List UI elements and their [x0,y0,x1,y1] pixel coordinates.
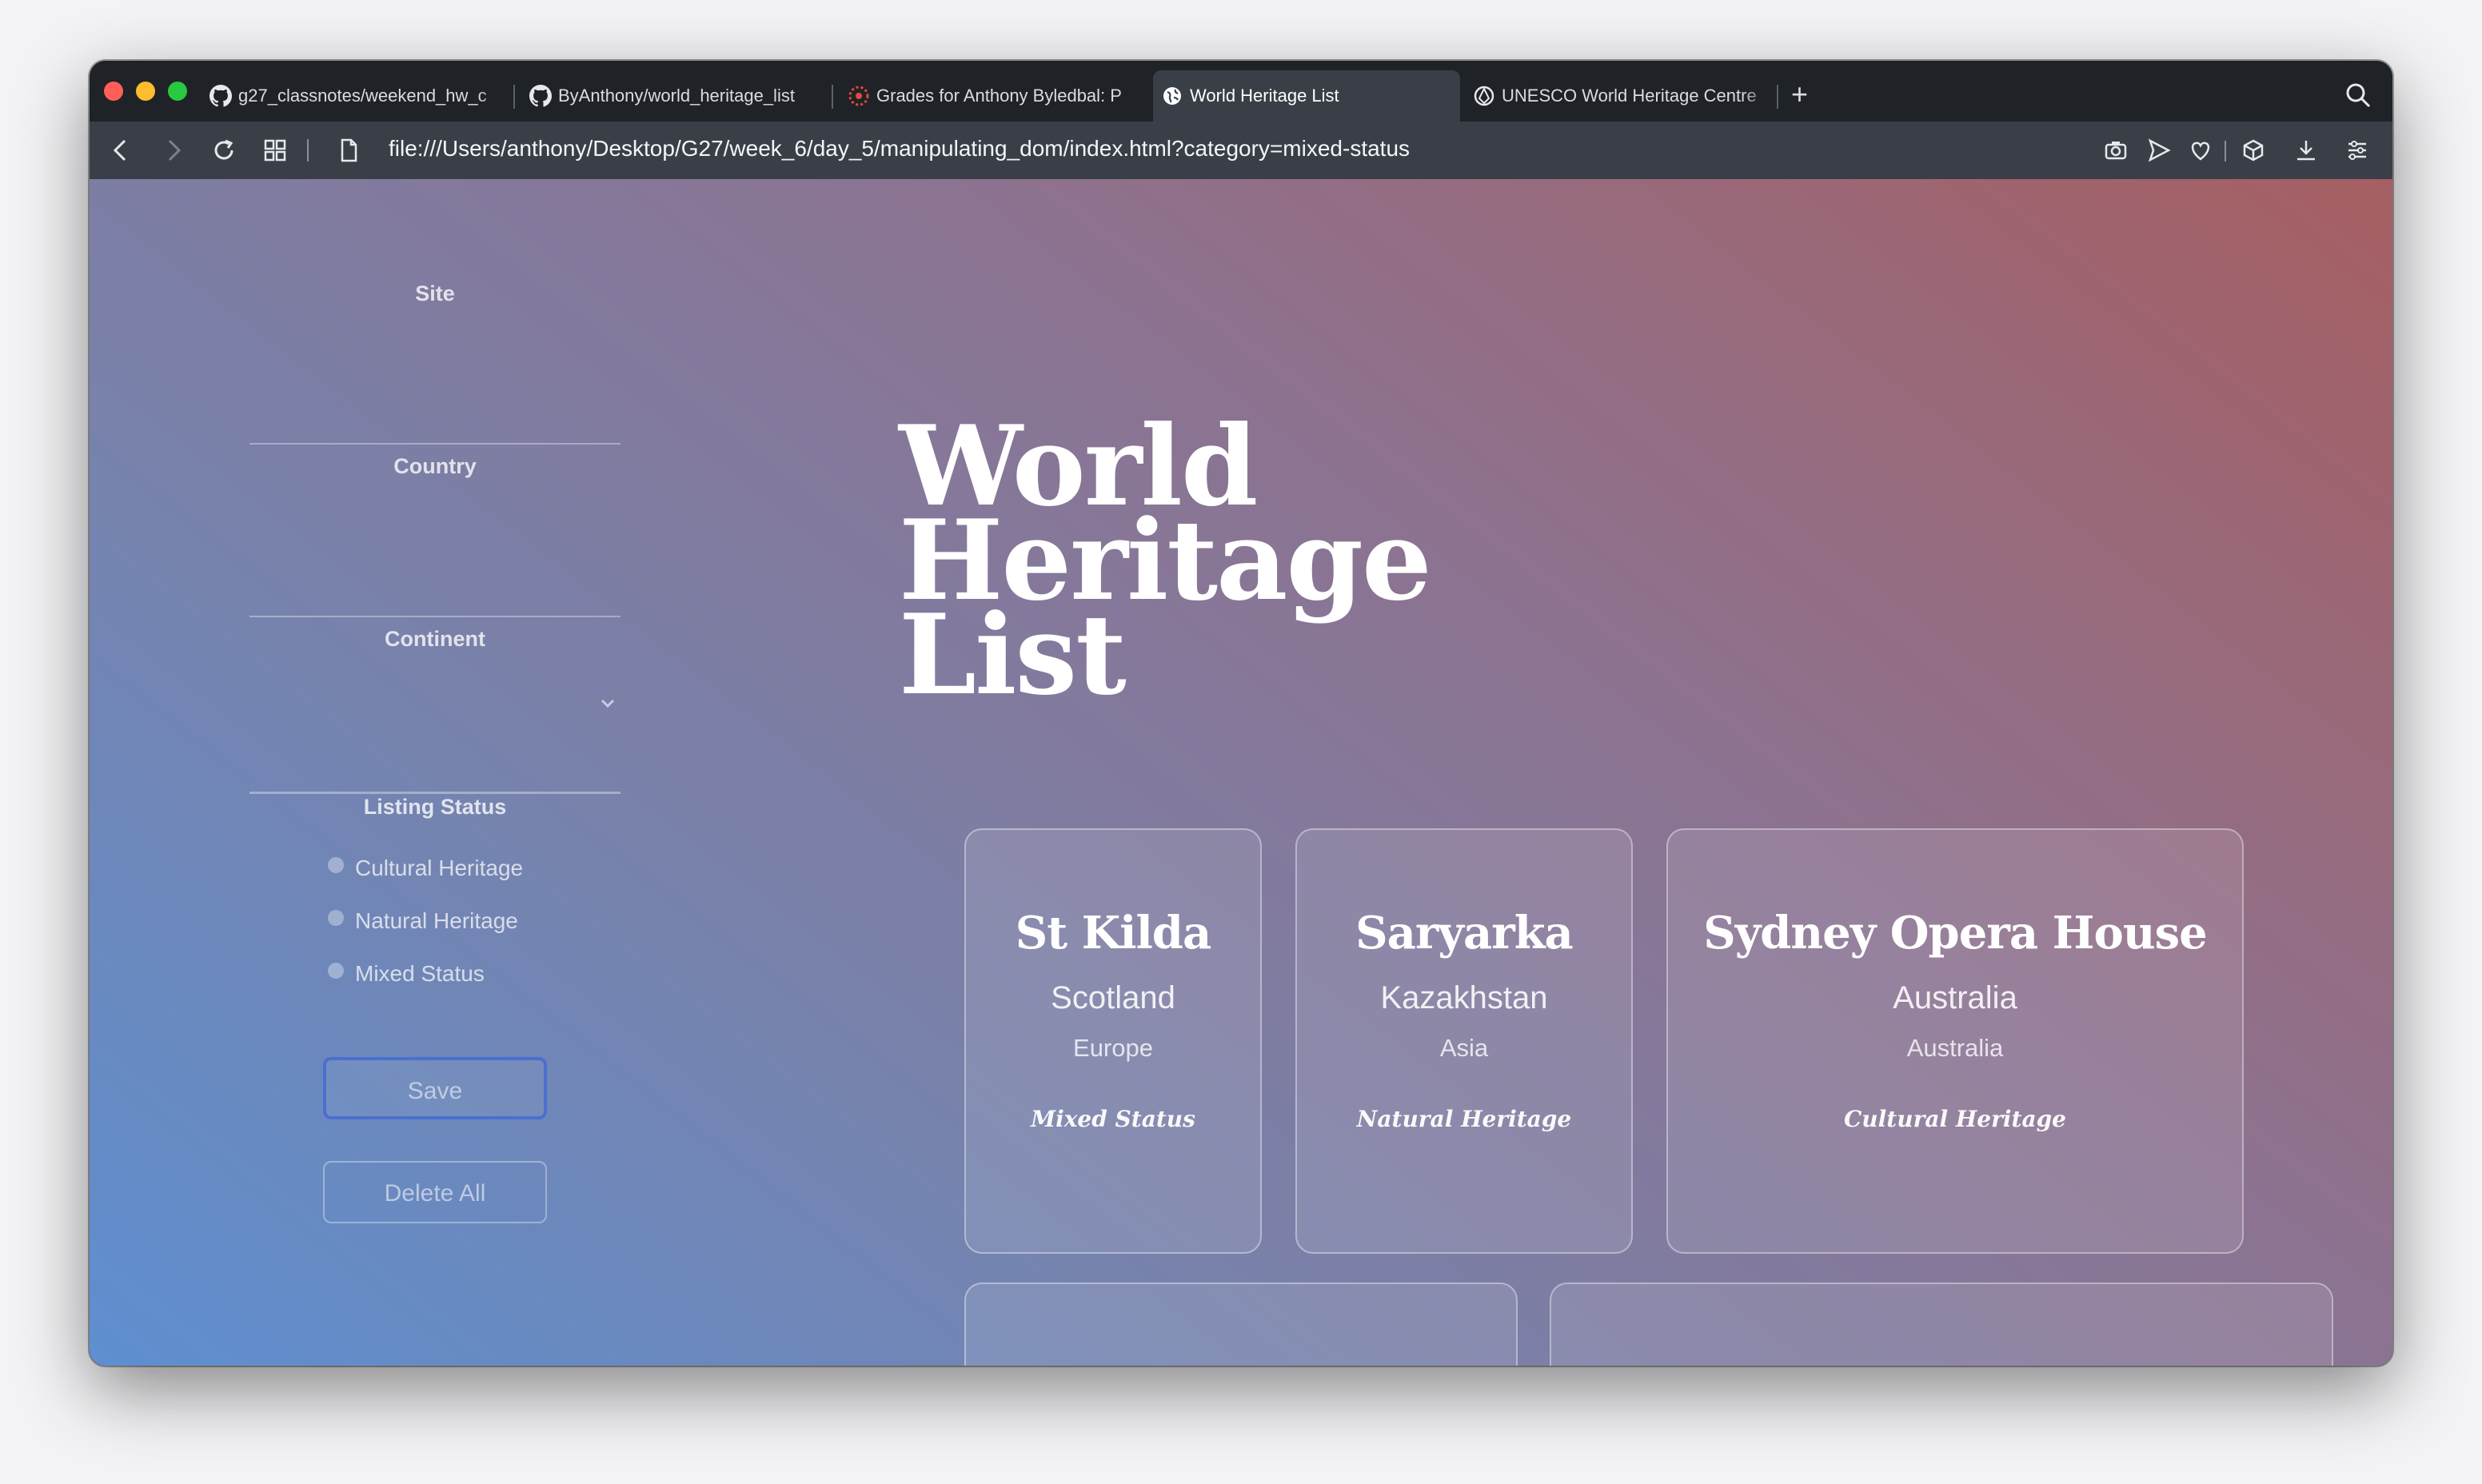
tab-label: Grades for Anthony Byledbal: P [876,86,1122,106]
save-button[interactable]: Save [323,1057,547,1119]
tab-bar: g27_classnotes/weekend_hw_c ByAnthony/wo… [90,61,2392,122]
speed-dial-icon[interactable] [261,136,289,165]
site-continent: Europe [1073,1034,1153,1062]
send-icon[interactable] [2146,138,2172,163]
github-icon [209,85,232,107]
new-tab-button[interactable]: + [1791,78,1808,110]
site-country: Kazakhstan [1380,980,1548,1015]
zoom-window-button[interactable] [168,82,187,101]
tab-grades[interactable]: Grades for Anthony Byledbal: P [840,72,1150,120]
site-input[interactable] [249,443,620,445]
tab-world-heritage-list[interactable]: World Heritage List [1153,70,1460,122]
radio-cultural-heritage[interactable]: Cultural Heritage [328,856,523,881]
forward-icon[interactable] [158,136,187,165]
reload-icon[interactable] [209,136,238,165]
site-label: Site [415,281,455,305]
site-country: Scotland [1051,980,1175,1015]
continent-label: Continent [385,627,485,651]
country-label: Country [393,454,477,478]
menu-icon[interactable] [2344,138,2370,163]
unesco-icon [1474,86,1494,106]
close-window-button[interactable] [104,82,123,101]
radio-button[interactable] [328,963,344,979]
url-field[interactable]: file:///Users/anthony/Desktop/G27/week_6… [389,136,1410,162]
tab-unesco[interactable]: UNESCO World Heritage Centre [1465,72,1774,120]
site-card-partial[interactable] [964,1283,1518,1366]
address-bar: file:///Users/anthony/Desktop/G27/week_6… [90,122,2392,179]
radio-mixed-status[interactable]: Mixed Status [328,961,485,987]
site-card-partial[interactable] [1550,1283,2333,1366]
radio-natural-heritage[interactable]: Natural Heritage [328,908,518,934]
tab-classnotes[interactable]: g27_classnotes/weekend_hw_c [202,72,510,120]
site-status: Mixed Status [1031,1106,1195,1132]
browser-window: g27_classnotes/weekend_hw_c ByAnthony/wo… [90,61,2392,1366]
listing-status-label: Listing Status [363,795,507,819]
canvas-icon [848,86,869,106]
page-title: World Heritage List [899,411,1432,710]
camera-icon[interactable] [2103,138,2129,163]
site-name: Sydney Opera House [1703,907,2208,959]
site-continent: Asia [1439,1034,1489,1062]
country-input[interactable] [249,616,620,617]
chevron-down-icon[interactable] [597,692,619,715]
tab-label: UNESCO World Heritage Centre [1502,86,1757,106]
radio-label: Natural Heritage [355,908,518,933]
github-icon [529,85,552,107]
site-name: Saryarka [1355,907,1574,959]
site-card[interactable]: Saryarka Kazakhstan Asia Natural Heritag… [1295,828,1633,1254]
site-status: Natural Heritage [1356,1106,1572,1132]
page-icon [341,138,357,162]
globe-icon [1163,87,1181,105]
search-icon[interactable] [2344,82,2372,109]
radio-label: Cultural Heritage [355,856,524,880]
minimize-window-button[interactable] [136,82,155,101]
download-icon[interactable] [2293,138,2319,163]
site-card[interactable]: St Kilda Scotland Europe Mixed Status [964,828,1262,1254]
tab-label: ByAnthony/world_heritage_list [558,86,795,106]
site-card[interactable]: Sydney Opera House Australia Australia C… [1666,828,2244,1254]
site-name: St Kilda [1015,907,1211,959]
back-icon[interactable] [107,136,136,165]
page-content: Site Country Continent Listing Status Cu… [90,179,2392,1366]
site-country: Australia [1893,980,2017,1015]
tab-label: g27_classnotes/weekend_hw_c [238,86,487,106]
tab-label: World Heritage List [1190,86,1339,106]
continent-select[interactable] [249,792,620,794]
heart-icon[interactable] [2188,138,2213,163]
site-status: Cultural Heritage [1844,1106,2066,1132]
window-controls [104,82,187,101]
delete-all-button[interactable]: Delete All [323,1161,547,1223]
radio-label: Mixed Status [355,961,485,986]
radio-button[interactable] [328,910,344,926]
site-continent: Australia [1906,1034,2004,1062]
box-icon[interactable] [2241,138,2266,163]
radio-button[interactable] [328,857,344,873]
